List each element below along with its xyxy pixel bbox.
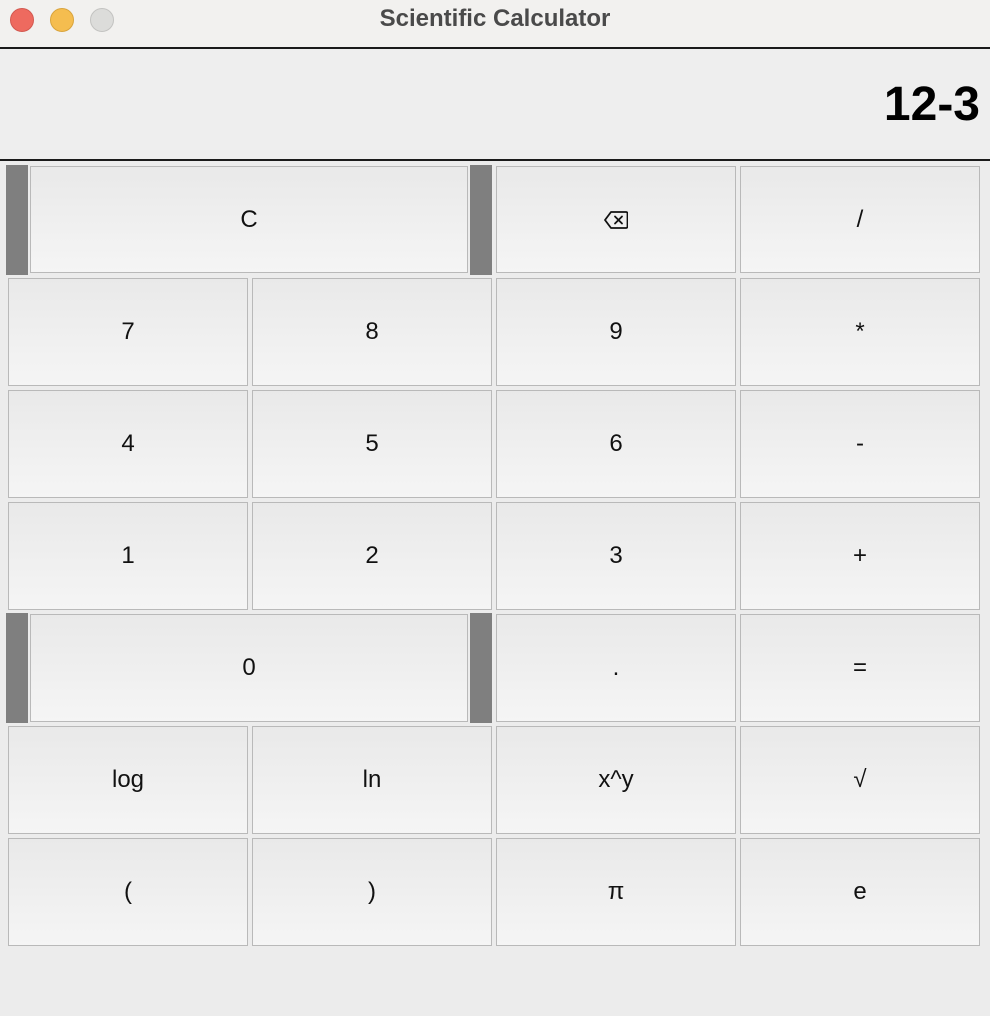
span-bar-right (470, 165, 492, 275)
clear-button-label: C (240, 205, 258, 233)
open-paren-label: ( (124, 878, 132, 905)
add-button-label: + (852, 542, 867, 569)
add-button[interactable]: + (740, 502, 980, 610)
equals-button-label: = (852, 654, 867, 681)
clear-button[interactable]: C (30, 166, 468, 273)
display-value: 12-3 (883, 78, 980, 131)
open-paren-button[interactable]: ( (8, 838, 248, 946)
digit-5-label: 5 (365, 430, 379, 457)
backspace-icon (604, 210, 628, 229)
power-button[interactable]: x^y (496, 726, 736, 834)
divide-button-label: / (856, 205, 864, 233)
digit-6-button[interactable]: 6 (496, 390, 736, 498)
digit-3-button[interactable]: 3 (496, 502, 736, 610)
divide-button[interactable]: / (740, 166, 980, 273)
digit-2-button[interactable]: 2 (252, 502, 492, 610)
digit-1-label: 1 (121, 542, 135, 569)
subtract-button[interactable]: - (740, 390, 980, 498)
digit-8-button[interactable]: 8 (252, 278, 492, 386)
pi-button[interactable]: π (496, 838, 736, 946)
multiply-button[interactable]: * (740, 278, 980, 386)
digit-7-button[interactable]: 7 (8, 278, 248, 386)
decimal-button-label: . (612, 654, 620, 681)
digit-7-label: 7 (121, 318, 135, 345)
ln-button-label: ln (362, 766, 382, 793)
digit-5-button[interactable]: 5 (252, 390, 492, 498)
span-bar-right (470, 613, 492, 723)
span-bar-left (6, 165, 28, 275)
close-paren-button[interactable]: ) (252, 838, 492, 946)
digit-3-label: 3 (609, 542, 623, 569)
digit-0-label: 0 (242, 654, 256, 681)
digit-4-button[interactable]: 4 (8, 390, 248, 498)
equals-button[interactable]: = (740, 614, 980, 722)
close-paren-label: ) (368, 878, 376, 905)
e-button[interactable]: e (740, 838, 980, 946)
ln-button[interactable]: ln (252, 726, 492, 834)
sqrt-button[interactable]: √ (740, 726, 980, 834)
digit-0-button[interactable]: 0 (30, 614, 468, 722)
span-bar-left (6, 613, 28, 723)
digit-6-label: 6 (609, 430, 623, 457)
e-button-label: e (853, 878, 867, 905)
subtract-button-label: - (856, 430, 864, 457)
digit-9-label: 9 (609, 318, 623, 345)
log-button[interactable]: log (8, 726, 248, 834)
calculator-display: 12-3 (0, 49, 990, 161)
title-bar: Scientific Calculator (0, 0, 990, 49)
decimal-button[interactable]: . (496, 614, 736, 722)
digit-2-label: 2 (365, 542, 379, 569)
digit-8-label: 8 (365, 318, 379, 345)
multiply-button-label: * (855, 318, 865, 345)
sqrt-button-label: √ (853, 766, 867, 793)
digit-4-label: 4 (121, 430, 135, 457)
digit-9-button[interactable]: 9 (496, 278, 736, 386)
window-title: Scientific Calculator (379, 5, 611, 32)
log-button-label: log (111, 766, 145, 793)
digit-1-button[interactable]: 1 (8, 502, 248, 610)
backspace-button[interactable] (496, 166, 736, 273)
pi-button-label: π (607, 878, 625, 905)
power-button-label: x^y (598, 766, 634, 793)
